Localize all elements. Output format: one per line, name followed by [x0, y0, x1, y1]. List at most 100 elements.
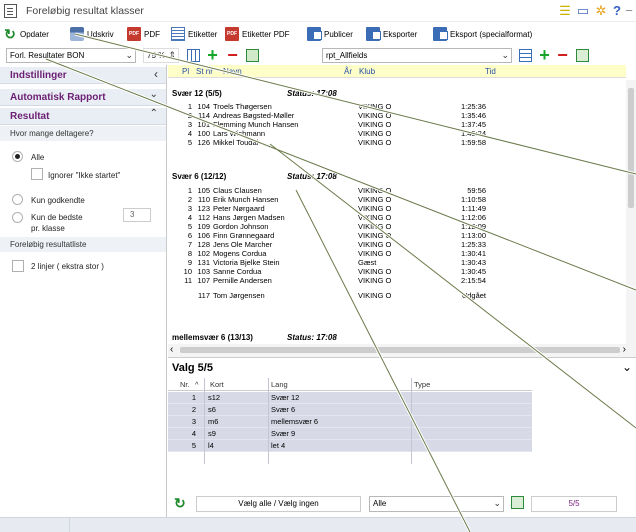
result-cell-nr: 110	[198, 195, 210, 204]
class-cell-kort: l4	[208, 441, 214, 450]
class-cell-lang: let 4	[271, 441, 286, 450]
result-cell-nr: 102	[197, 249, 210, 258]
zoom-stepper[interactable]: 75 % ⇕	[143, 48, 179, 63]
result-cell-time: 1:45:24	[460, 129, 486, 138]
refresh-template-icon[interactable]	[246, 49, 259, 62]
selection-panel: Valg 5/5 ⌄ Nr. ^ Kort Lang Type 1 s12 Svær…	[168, 357, 636, 517]
table-icon[interactable]	[511, 496, 524, 509]
result-cell-nr: 101	[197, 120, 210, 129]
pdf-label: PDF	[144, 29, 160, 39]
report-horizontal-scrollbar[interactable]: ‹ ›	[168, 344, 636, 357]
export-button[interactable]: Eksporter	[366, 26, 417, 42]
template-select[interactable]: rpt_Allfields ⌄	[322, 48, 512, 63]
table-icon[interactable]	[576, 49, 589, 62]
result-cell-name: Troels Thøgersen	[213, 102, 272, 111]
settings-section-header[interactable]: Indstillinger ‹	[0, 67, 166, 84]
best-count-input[interactable]: 3	[123, 208, 151, 222]
add-icon[interactable]: +	[206, 46, 219, 64]
scrollbar-thumb[interactable]	[628, 88, 634, 208]
chevron-down-icon: ⌄	[125, 50, 133, 60]
result-cell-pl: 3	[187, 120, 192, 129]
result-cell-nr: 104	[197, 102, 210, 111]
scroll-right-icon[interactable]: ›	[623, 344, 626, 355]
report-vertical-scrollbar[interactable]	[626, 80, 636, 344]
list-icon[interactable]	[519, 49, 532, 62]
scrollbar-thumb[interactable]	[180, 347, 620, 353]
class-grid-row[interactable]: 2 s6 Svær 6	[168, 404, 532, 416]
add-template-icon[interactable]: +	[538, 46, 551, 64]
col-kort[interactable]: Kort	[210, 380, 224, 389]
result-cell-time: 1:35:46	[460, 111, 486, 120]
publish-button[interactable]: Publicer	[307, 26, 353, 42]
ignore-not-started-checkbox[interactable]	[31, 168, 43, 180]
labels-pdf-icon: PDF	[225, 27, 239, 41]
class-cell-kort: s9	[208, 429, 216, 438]
auto-report-section-header[interactable]: Automatisk Rapport ⌄	[0, 89, 166, 106]
class-grid-row[interactable]: 4 s9 Svær 9	[168, 428, 532, 440]
result-cell-name: Lars Wichmann	[213, 129, 266, 138]
result-cell-time: 1:30:41	[460, 249, 486, 258]
labels-icon	[171, 27, 185, 41]
chevron-left-icon: ‹	[154, 67, 158, 81]
export-special-button[interactable]: Eksport (specialformat)	[433, 26, 532, 42]
minimize-icon[interactable]: −	[622, 3, 636, 19]
radio-all[interactable]	[12, 151, 23, 162]
export-special-label: Eksport (specialformat)	[450, 29, 533, 39]
list-view-icon[interactable]: ☰	[558, 3, 572, 19]
report-select[interactable]: Forl. Resultater BON ⌄	[6, 48, 136, 63]
result-cell-time: 1:12:06	[460, 213, 486, 222]
col-lang[interactable]: Lang	[271, 380, 288, 389]
result-cell-time: 1:59:58	[460, 138, 486, 147]
sort-asc-icon: ^	[195, 380, 199, 389]
result-cell-time: 1:11:49	[461, 204, 486, 213]
remove-template-icon[interactable]: −	[556, 46, 569, 64]
radio-approved[interactable]	[12, 194, 23, 205]
result-cell-pl: 2	[187, 111, 192, 120]
refresh-icon[interactable]: ↻	[174, 495, 186, 512]
pdf-button[interactable]: PDF PDF	[127, 26, 160, 42]
settings-gear-icon[interactable]: ✲	[594, 3, 608, 19]
result-cell-club: VIKING O	[358, 231, 392, 240]
result-cell-nr: 107	[197, 276, 210, 285]
window-layout-icon[interactable]: ▭	[576, 3, 590, 19]
radio-best[interactable]	[12, 212, 23, 223]
class-cell-lang: mellemsvær 6	[271, 417, 319, 426]
result-cell-club: VIKING O	[358, 195, 392, 204]
class-cell-kort: m6	[208, 417, 219, 426]
group-header: Svær 12 (5/5) Status: 17:08	[172, 89, 337, 98]
radio-approved-label: Kun godkendte	[31, 196, 85, 205]
settings-heading: Indstillinger	[10, 70, 67, 81]
result-cell-pl: 3	[187, 204, 192, 213]
col-type[interactable]: Type	[414, 380, 430, 389]
group-status: Status: 17:08	[287, 333, 337, 342]
publish-icon	[307, 27, 322, 41]
result-cell-name: Pernille Andersen	[213, 276, 272, 285]
chevron-down-icon[interactable]: ⌄	[622, 360, 632, 374]
report-preview: Pl St nr Navn År Klub Tid Svær 12 (5/5) …	[168, 65, 626, 344]
result-cell-pl: 11	[184, 276, 192, 285]
scroll-left-icon[interactable]: ‹	[170, 344, 173, 355]
result-cell-club: Gæst	[358, 258, 377, 267]
select-all-button[interactable]: Vælg alle / Vælg ingen	[196, 496, 361, 512]
pdf-icon: PDF	[127, 27, 141, 41]
filter-select[interactable]: Alle ⌄	[369, 496, 504, 512]
printer-icon	[70, 27, 84, 41]
result-cell-name: Tom Jørgensen	[213, 291, 265, 300]
class-cell-nr: 5	[191, 441, 196, 450]
col-time: Tid	[485, 67, 496, 76]
col-nr[interactable]: Nr.	[180, 380, 190, 389]
update-button[interactable]: ↻ Opdater	[3, 26, 49, 42]
labels-pdf-button[interactable]: PDF Etiketter PDF	[225, 26, 290, 42]
radio-all-label: Alle	[31, 153, 45, 162]
two-lines-checkbox[interactable]	[12, 260, 24, 272]
export-icon	[366, 27, 381, 41]
print-button[interactable]: Udskriv	[70, 26, 114, 42]
labels-button[interactable]: Etiketter	[171, 26, 217, 42]
grid-view-icon[interactable]	[187, 49, 200, 62]
remove-icon[interactable]: −	[226, 46, 239, 64]
col-club: Klub	[359, 67, 376, 76]
class-grid-row[interactable]: 5 l4 let 4	[168, 440, 532, 452]
result-section-header[interactable]: Resultat ⌃	[0, 108, 166, 125]
class-grid-row[interactable]: 1 s12 Svær 12	[168, 392, 532, 404]
class-grid-row[interactable]: 3 m6 mellemsvær 6	[168, 416, 532, 428]
